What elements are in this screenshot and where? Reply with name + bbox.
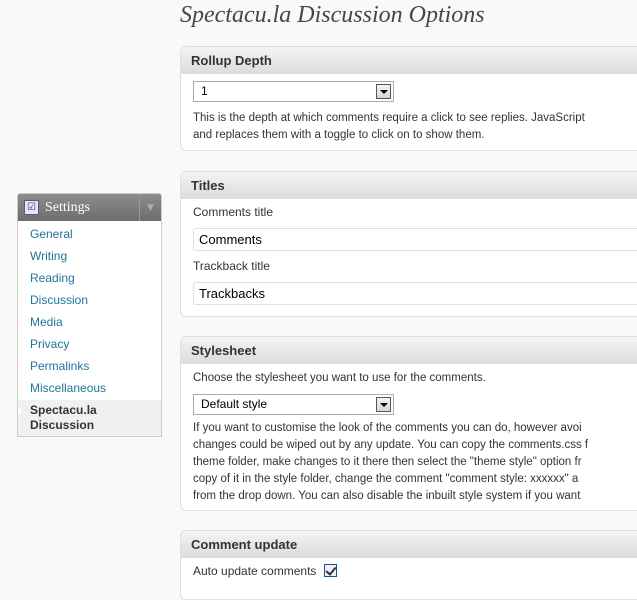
menu-item-spectacula-discussion[interactable]: Spectacu.la Discussion <box>18 400 161 436</box>
stylesheet-heading: Stylesheet <box>181 337 637 364</box>
menu-item-privacy[interactable]: Privacy <box>18 334 161 356</box>
current-label-line2: Discussion <box>30 418 95 432</box>
comments-title-label: Comments title <box>193 205 274 219</box>
page-title: Spectacu.la Discussion Options <box>180 2 485 28</box>
rollup-depth-box: Rollup Depth 1 This is the depth at whic… <box>180 46 637 151</box>
rollup-desc-line1: This is the depth at which comments requ… <box>193 112 585 124</box>
comments-title-input[interactable]: Comments <box>193 228 637 251</box>
menu-toggle-icon[interactable]: ▼ <box>139 194 161 221</box>
menu-item-miscellaneous[interactable]: Miscellaneous <box>18 378 161 400</box>
titles-box: Titles Comments title Comments Trackback… <box>180 171 637 317</box>
trackback-title-input[interactable]: Trackbacks <box>193 282 637 305</box>
settings-icon: ☑ <box>24 200 39 215</box>
settings-menu-title: Settings <box>45 199 91 215</box>
rollup-depth-value: 1 <box>201 84 208 98</box>
menu-item-writing[interactable]: Writing <box>18 246 161 268</box>
rollup-depth-heading: Rollup Depth <box>181 47 637 74</box>
dropdown-arrow-icon[interactable] <box>376 84 391 99</box>
titles-heading: Titles <box>181 172 637 199</box>
settings-menu: ☑ Settings ▼ General Writing Reading Dis… <box>17 193 162 437</box>
menu-item-reading[interactable]: Reading <box>18 268 161 290</box>
trackback-title-label: Trackback title <box>193 259 270 273</box>
stylesheet-select[interactable]: Default style <box>193 394 394 415</box>
stylesheet-desc-line3: theme folder, make changes to it there t… <box>193 456 582 468</box>
stylesheet-intro: Choose the stylesheet you want to use fo… <box>193 372 486 384</box>
rollup-desc-line2: and replaces them with a toggle to click… <box>193 129 485 141</box>
stylesheet-box: Stylesheet Choose the stylesheet you wan… <box>180 336 637 511</box>
stylesheet-value: Default style <box>201 397 268 411</box>
comment-update-heading: Comment update <box>181 531 637 558</box>
auto-update-checkbox[interactable] <box>323 564 337 578</box>
stylesheet-desc-line1: If you want to customise the look of the… <box>193 422 582 434</box>
dropdown-arrow-icon[interactable] <box>376 397 391 412</box>
stylesheet-desc-line5: from the drop down. You can also disable… <box>193 490 581 502</box>
stylesheet-desc-line4: copy of it in the style folder, change t… <box>193 473 579 485</box>
current-label-line1: Spectacu.la <box>30 403 97 417</box>
menu-item-media[interactable]: Media <box>18 312 161 334</box>
settings-menu-header[interactable]: ☑ Settings ▼ <box>18 194 161 221</box>
comment-update-box: Comment update Auto update comments <box>180 530 637 600</box>
menu-item-discussion[interactable]: Discussion <box>18 290 161 312</box>
rollup-depth-select[interactable]: 1 <box>193 81 394 102</box>
stylesheet-desc-line2: changes could be wiped out by any update… <box>193 439 589 451</box>
menu-item-permalinks[interactable]: Permalinks <box>18 356 161 378</box>
current-arrow-icon <box>18 406 23 416</box>
menu-item-general[interactable]: General <box>18 224 161 246</box>
auto-update-label: Auto update comments <box>193 564 317 578</box>
